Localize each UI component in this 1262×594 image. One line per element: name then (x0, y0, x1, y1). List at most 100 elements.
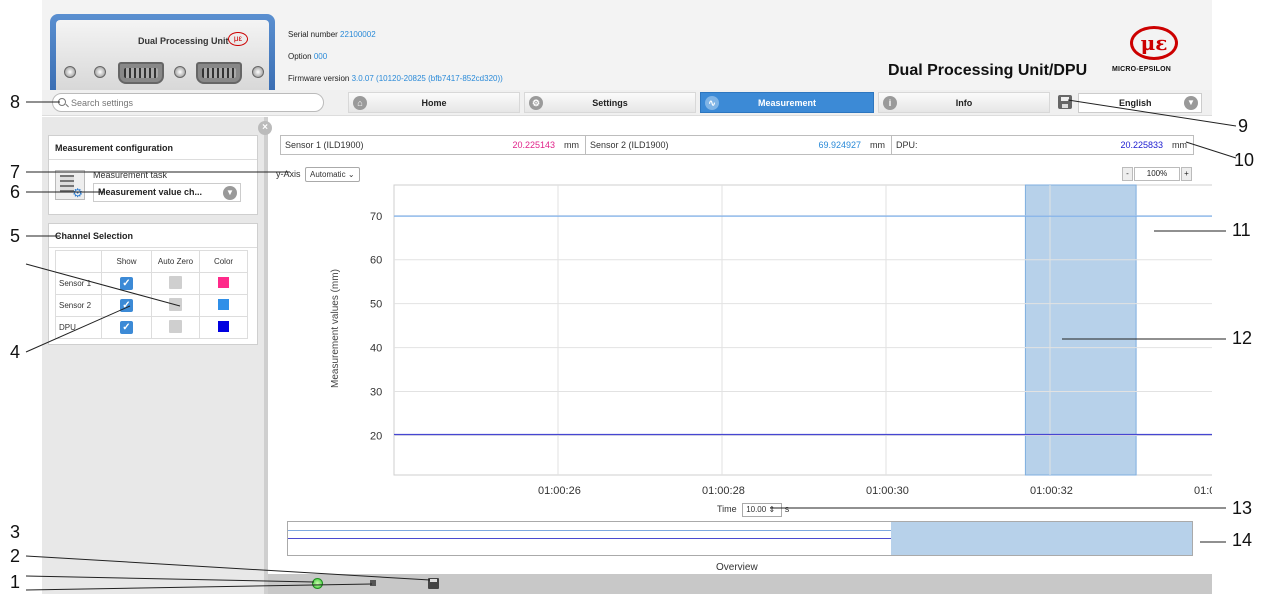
y-tick-label: 20 (370, 430, 382, 442)
color-swatch[interactable] (218, 321, 229, 332)
col-show: Show (101, 250, 152, 273)
channel-selection-panel: Channel Selection Show Auto Zero Color S… (48, 223, 258, 345)
tab-measurement[interactable]: ∿ Measurement (700, 92, 874, 113)
time-control: Time 10.00 ⇕ s (717, 503, 789, 517)
y-tick-label: 50 (370, 299, 382, 311)
panel-title: Channel Selection (49, 224, 257, 248)
callout-7: 7 (10, 162, 21, 182)
callout-2: 2 (10, 546, 21, 566)
zoom-in-button[interactable]: + (1181, 167, 1192, 181)
y-tick-label: 30 (370, 387, 382, 399)
chevron-down-icon: ▼ (223, 186, 237, 200)
autozero-checkbox[interactable] (169, 276, 182, 289)
sensor2-readout: Sensor 2 (ILD1900) 69.924927 mm (586, 136, 892, 154)
measurement-area: Sensor 1 (ILD1900) 20.225143 mm Sensor 2… (276, 117, 1212, 594)
dpu-readout: DPU: 20.225833 mm (892, 136, 1193, 154)
language-select[interactable]: English ▼ (1078, 93, 1202, 113)
y-axis-label: Measurement values (mm) (330, 269, 341, 388)
overview-selection[interactable] (891, 522, 1192, 555)
brand-name: MICRO-EPSILON (1112, 66, 1171, 73)
task-label: Measurement task (93, 170, 168, 180)
status-led-icon (64, 66, 76, 78)
save-settings-icon[interactable] (1058, 95, 1072, 109)
save-icon[interactable] (428, 578, 439, 589)
color-swatch[interactable] (218, 299, 229, 310)
callout-5: 5 (10, 226, 21, 246)
autozero-checkbox[interactable] (169, 298, 182, 311)
y-axis-select[interactable]: Automatic ⌄ (305, 167, 360, 182)
brand-mark: με (1130, 26, 1178, 60)
callout-9: 9 (1238, 116, 1249, 136)
product-title: Dual Processing Unit/DPU (888, 62, 1088, 79)
tab-info[interactable]: i Info (878, 92, 1050, 113)
firmware-version: 3.0.07 (10120-20825 (bfb7417-852cd320)) (351, 74, 503, 83)
col-autozero: Auto Zero (151, 250, 200, 273)
overview-label: Overview (716, 562, 758, 573)
device-title: Dual Processing Unit (138, 36, 229, 46)
callout-13: 13 (1232, 498, 1253, 518)
sensor1-readout: Sensor 1 (ILD1900) 20.225143 mm (281, 136, 586, 154)
measurement-chart[interactable]: 20 30 40 50 60 70 01:00:26 01:00:28 01:00:30 01:0… (276, 183, 1212, 511)
sidebar: × Measurement configuration Measurement … (42, 117, 272, 594)
y-tick-label: 60 (370, 255, 382, 267)
callout-14: 14 (1232, 530, 1253, 550)
channel-table: Show Auto Zero Color Sensor 1 ✓ Sensor 2… (55, 250, 248, 339)
info-icon: i (883, 96, 897, 110)
search-input[interactable] (52, 93, 324, 112)
serial-number: 22100002 (340, 30, 376, 39)
show-checkbox[interactable]: ✓ (120, 277, 133, 290)
table-row: Sensor 1 ✓ (55, 272, 248, 295)
sensor2-value: 69.924927 (818, 140, 861, 150)
sensor1-connector-icon (118, 62, 164, 84)
dpu-value: 20.225833 (1120, 140, 1163, 150)
measurement-icon: ∿ (705, 96, 719, 110)
measurement-task-icon (55, 170, 85, 200)
panel-title: Measurement configuration (49, 136, 257, 160)
settings-icon: ⚙ (529, 96, 543, 110)
color-swatch[interactable] (218, 277, 229, 288)
table-row: DPU ✓ (55, 316, 248, 339)
y-tick-label: 70 (370, 211, 382, 223)
callout-6: 6 (10, 182, 21, 202)
tab-settings[interactable]: ⚙ Settings (524, 92, 696, 113)
y-tick-label: 40 (370, 343, 382, 355)
home-icon: ⌂ (353, 96, 367, 110)
sensor1-value: 20.225143 (512, 140, 555, 150)
time-input[interactable]: 10.00 ⇕ (742, 503, 783, 517)
callout-10: 10 (1234, 150, 1255, 170)
y-axis-control: y-Axis Automatic ⌄ (276, 167, 360, 182)
status-led-icon (94, 66, 106, 78)
overview-chart[interactable] (287, 521, 1193, 556)
app-window: Dual Processing Unit με Serial number 22… (42, 0, 1212, 594)
callout-12: 12 (1232, 328, 1253, 348)
device-logo: με (228, 32, 248, 46)
connection-status-icon (312, 578, 323, 589)
x-tick-label: 01:00:28 (702, 485, 745, 497)
callout-4: 4 (10, 342, 21, 362)
callout-11: 11 (1232, 220, 1251, 240)
value-readout: Sensor 1 (ILD1900) 20.225143 mm Sensor 2… (280, 135, 1194, 155)
chevron-down-icon: ▼ (1184, 96, 1198, 110)
autozero-checkbox[interactable] (169, 320, 182, 333)
navigation-bar: ⌂ Home ⚙ Settings ∿ Measurement i Info E… (42, 90, 1212, 116)
show-checkbox[interactable]: ✓ (120, 321, 133, 334)
callout-3: 3 (10, 522, 21, 542)
callout-1: 1 (10, 572, 21, 592)
status-led-icon (174, 66, 186, 78)
x-tick-label: 01:00:26 (538, 485, 581, 497)
stop-icon[interactable] (370, 580, 376, 586)
device-info: Serial number 22100002 Option 000 Firmwa… (288, 30, 503, 83)
measurement-task-select[interactable]: Measurement value ch... ▼ (93, 183, 241, 202)
close-sidebar-icon[interactable]: × (258, 121, 272, 135)
tab-home[interactable]: ⌂ Home (348, 92, 520, 113)
callout-8: 8 (10, 92, 21, 112)
sensor2-connector-icon (196, 62, 242, 84)
zoom-value: 100% (1134, 167, 1180, 181)
header: Dual Processing Unit με Serial number 22… (42, 0, 1212, 90)
show-checkbox[interactable]: ✓ (120, 299, 133, 312)
table-row: Sensor 2 ✓ (55, 294, 248, 317)
option-value: 000 (313, 52, 328, 61)
status-bar (268, 574, 1212, 594)
x-tick-label: 01:00:30 (866, 485, 909, 497)
zoom-out-button[interactable]: - (1122, 167, 1133, 181)
